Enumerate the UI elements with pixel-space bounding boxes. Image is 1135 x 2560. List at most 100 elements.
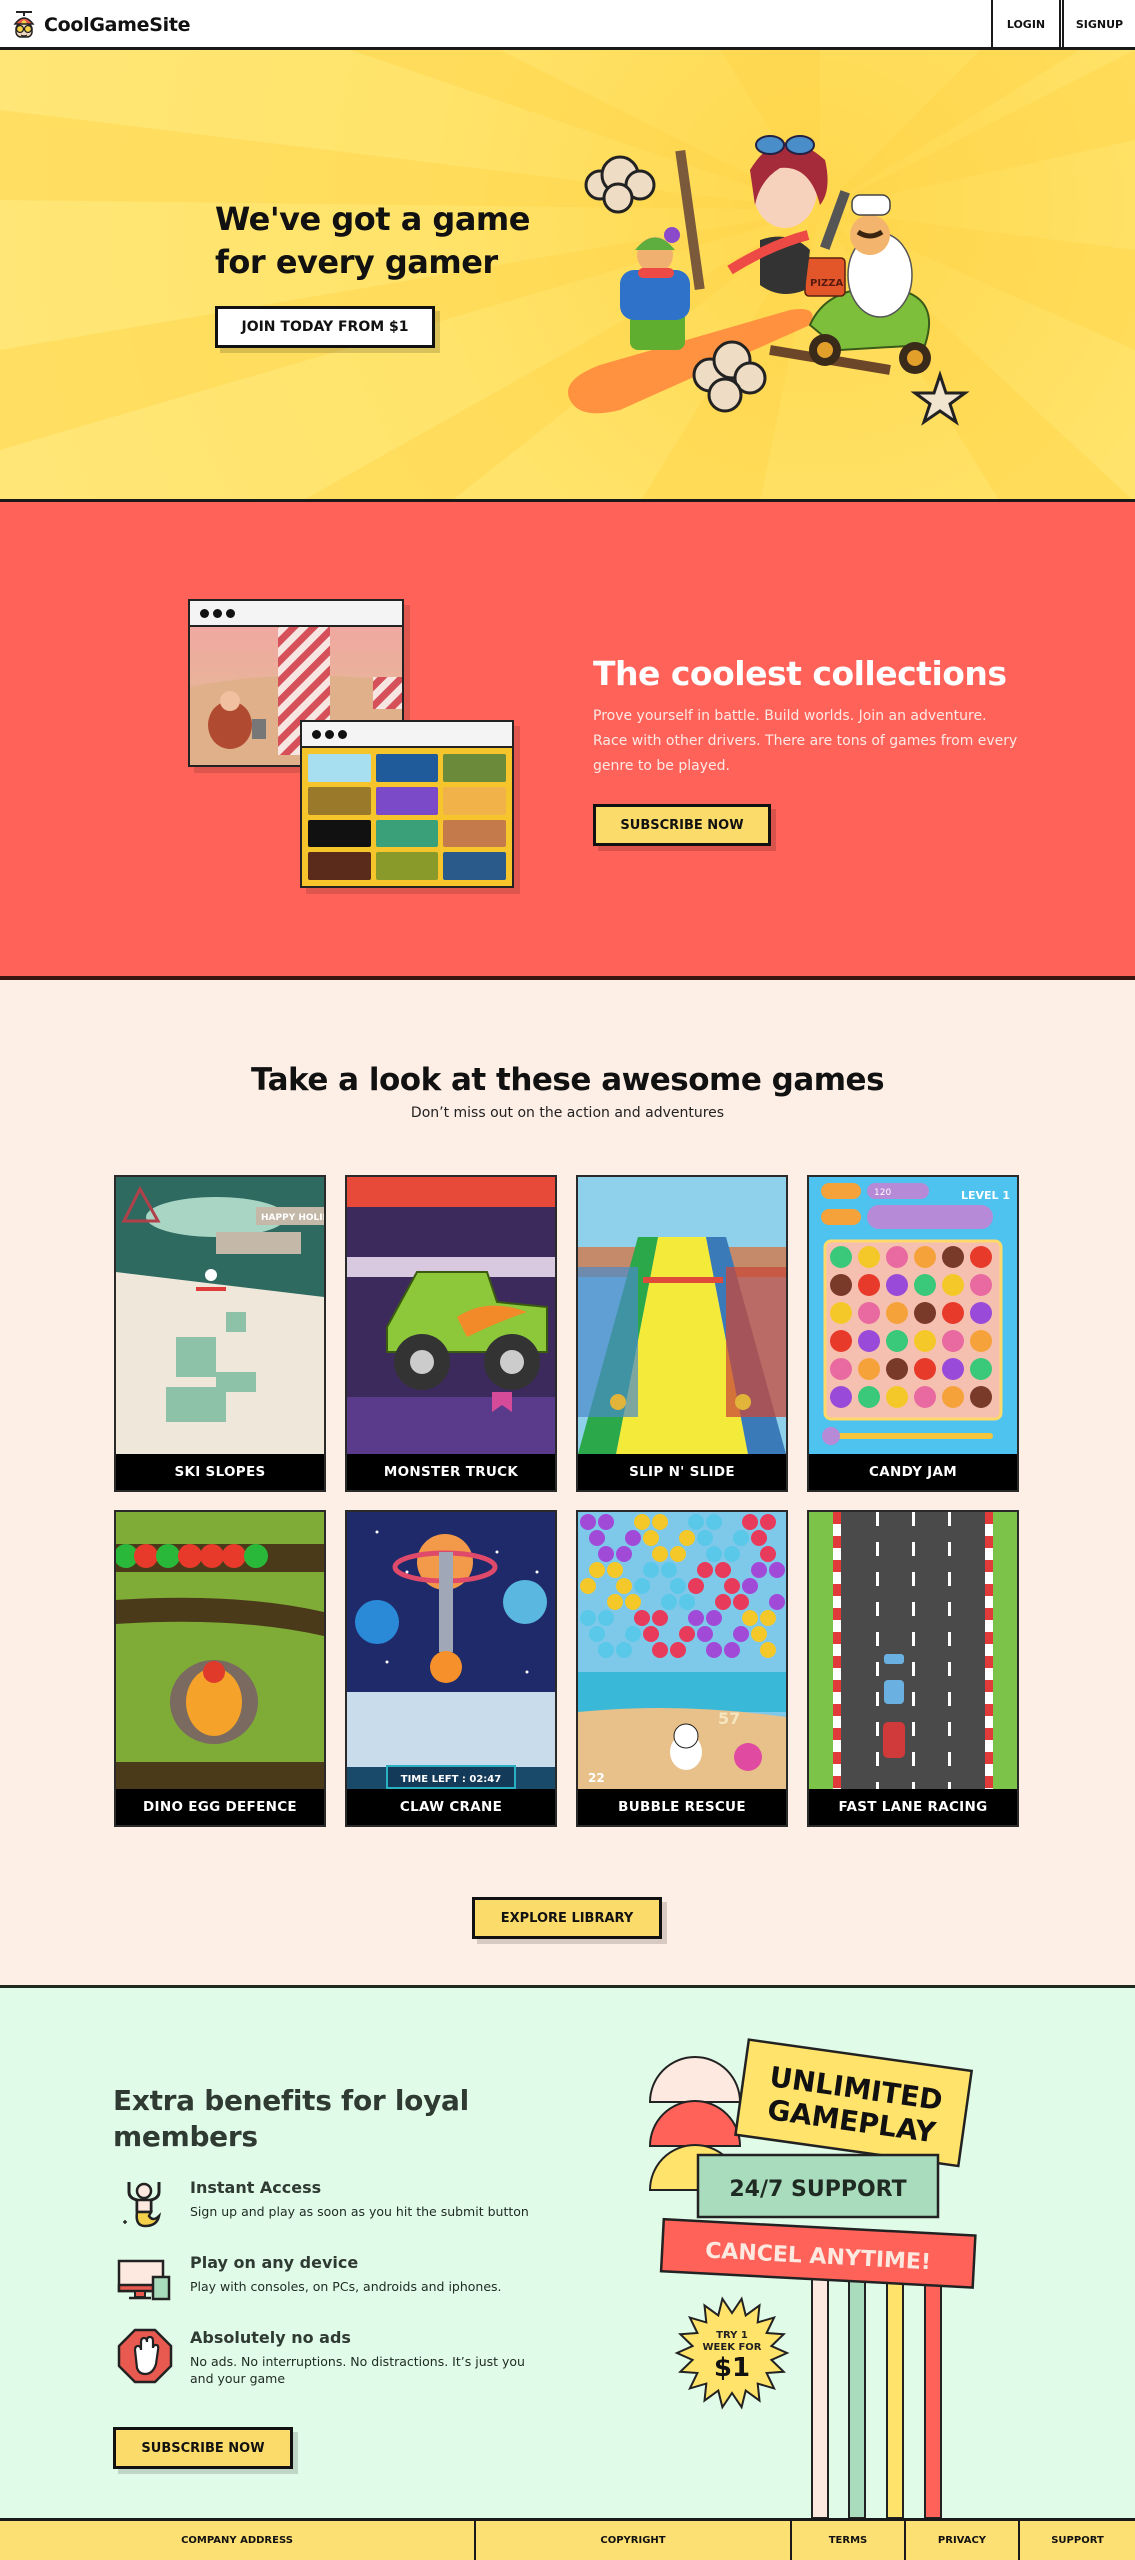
game-card-fast-lane-racing[interactable]: FAST LANE RACING (807, 1510, 1019, 1827)
window-dot-icon (312, 729, 321, 739)
game-card-dino-egg-defence[interactable]: DINO EGG DEFENCE (114, 1510, 326, 1827)
footer-link-copyright[interactable]: COPYRIGHT (476, 2521, 792, 2560)
footer-link-support[interactable]: SUPPORT (1020, 2521, 1135, 2560)
candy-piece (942, 1246, 964, 1268)
game-title: DINO EGG DEFENCE (143, 1799, 297, 1815)
candy-piece (858, 1246, 880, 1268)
svg-text:WEEK FOR: WEEK FOR (703, 2342, 762, 2353)
hero-title: We've got a game for every gamer (215, 198, 530, 284)
game-card-monster-truck[interactable]: MONSTER TRUCK (345, 1175, 557, 1492)
signup-link[interactable]: SIGNUP (1059, 0, 1135, 48)
game-card-slip-n-slide[interactable]: SLIP N' SLIDE (576, 1175, 788, 1492)
game-thumbnail (347, 1177, 555, 1454)
candy-piece (830, 1330, 852, 1352)
candy-piece (914, 1330, 936, 1352)
bubble (652, 1546, 668, 1562)
footer-link-terms[interactable]: TERMS (792, 2521, 906, 2560)
bubble (634, 1610, 650, 1626)
bubble (589, 1626, 605, 1642)
candy-piece (858, 1330, 880, 1352)
footer-link-privacy[interactable]: PRIVACY (906, 2521, 1020, 2560)
bubble (724, 1578, 740, 1594)
login-link[interactable]: LOGIN (991, 0, 1059, 48)
svg-text:120: 120 (874, 1188, 891, 1198)
candy-piece (858, 1302, 880, 1324)
bubble (661, 1594, 677, 1610)
game-thumbnail (443, 819, 506, 848)
join-today-button[interactable]: JOIN TODAY FROM $1 (215, 306, 435, 348)
bubble (616, 1546, 632, 1562)
svg-text:57: 57 (718, 1709, 740, 1728)
bubble (643, 1530, 659, 1546)
candy-piece (886, 1246, 908, 1268)
game-thumbnail (375, 852, 439, 880)
candy-piece (886, 1386, 908, 1408)
candy-piece (970, 1302, 992, 1324)
bubble (697, 1562, 713, 1578)
candy-piece (886, 1358, 908, 1380)
bubble (760, 1642, 776, 1658)
candy-piece (886, 1330, 908, 1352)
game-card-bubble-rescue[interactable]: 57 22 BUBBLE RESCUE (576, 1510, 788, 1827)
bubble (634, 1578, 650, 1594)
game-card-claw-crane[interactable]: TIME LEFT : 02:47 CLAW CRANE (345, 1510, 557, 1827)
game-thumbnail (443, 754, 506, 782)
bubble (706, 1514, 722, 1530)
explore-library-button[interactable]: EXPLORE LIBRARY (472, 1897, 662, 1939)
candy-piece (914, 1246, 936, 1268)
candy-piece (886, 1274, 908, 1296)
candy-piece (942, 1358, 964, 1380)
candy-piece (942, 1274, 964, 1296)
bubble (697, 1626, 713, 1642)
hero-title-line2: for every gamer (215, 243, 498, 281)
devices-icon (117, 2259, 171, 2301)
benefit-title: Absolutely no ads (190, 2328, 351, 2347)
collections-description: Prove yourself in battle. Build worlds. … (593, 708, 1018, 774)
svg-text:$1: $1 (714, 2353, 750, 2383)
cheering-person-icon (123, 2182, 162, 2228)
footer-link-company-address[interactable]: COMPANY ADDRESS (0, 2521, 476, 2560)
games-subtitle: Don’t miss out on the action and adventu… (410, 1105, 725, 1121)
svg-text:TIME LEFT : 02:47: TIME LEFT : 02:47 (401, 1774, 501, 1785)
game-card-candy-jam[interactable]: 120 LEVEL 1 CANDY JAM (807, 1175, 1019, 1492)
games-section: Take a look at these awesome games Don’t… (0, 980, 1135, 1988)
candy-piece (858, 1386, 880, 1408)
hero-section: We've got a game for every gamer JOIN TO… (0, 50, 1135, 502)
propeller-cap-icon (13, 11, 35, 38)
bubble (706, 1546, 722, 1562)
bubble (589, 1530, 605, 1546)
subscribe-now-button[interactable]: SUBSCRIBE NOW (593, 804, 771, 846)
bubble (670, 1578, 686, 1594)
game-thumbnail (308, 786, 371, 815)
bubble (625, 1594, 641, 1610)
candy-piece (830, 1246, 852, 1268)
game-thumbnail (578, 1177, 786, 1454)
game-thumbnail (308, 754, 371, 782)
bubble (598, 1642, 614, 1658)
bubble (742, 1610, 758, 1626)
bubble (733, 1530, 749, 1546)
benefit-text: Sign up and play as soon as you hit the … (190, 2204, 529, 2219)
bubble (733, 1594, 749, 1610)
candy-piece (970, 1358, 992, 1380)
game-thumbnail (308, 852, 371, 880)
game-thumbnail (443, 852, 506, 880)
bubble (688, 1514, 704, 1530)
bubble (697, 1530, 713, 1546)
bubble (769, 1562, 785, 1578)
game-thumbnail: HAPPY HOLIDA (116, 1177, 324, 1454)
bubble (769, 1594, 785, 1610)
top-nav: LOGIN SIGNUP (991, 0, 1135, 48)
subscribe-now-button-2[interactable]: SUBSCRIBE NOW (113, 2427, 293, 2469)
bubble (634, 1514, 650, 1530)
logo[interactable]: CoolGameSite (10, 9, 191, 41)
candy-piece (830, 1386, 852, 1408)
game-card-ski-slopes[interactable]: HAPPY HOLIDA SKI SLOPES (114, 1175, 326, 1492)
window-dot-icon (213, 608, 222, 618)
bubble (688, 1578, 704, 1594)
candy-piece (830, 1358, 852, 1380)
game-title: BUBBLE RESCUE (618, 1799, 746, 1815)
bubble (670, 1546, 686, 1562)
candy-piece (970, 1386, 992, 1408)
bubble (760, 1546, 776, 1562)
